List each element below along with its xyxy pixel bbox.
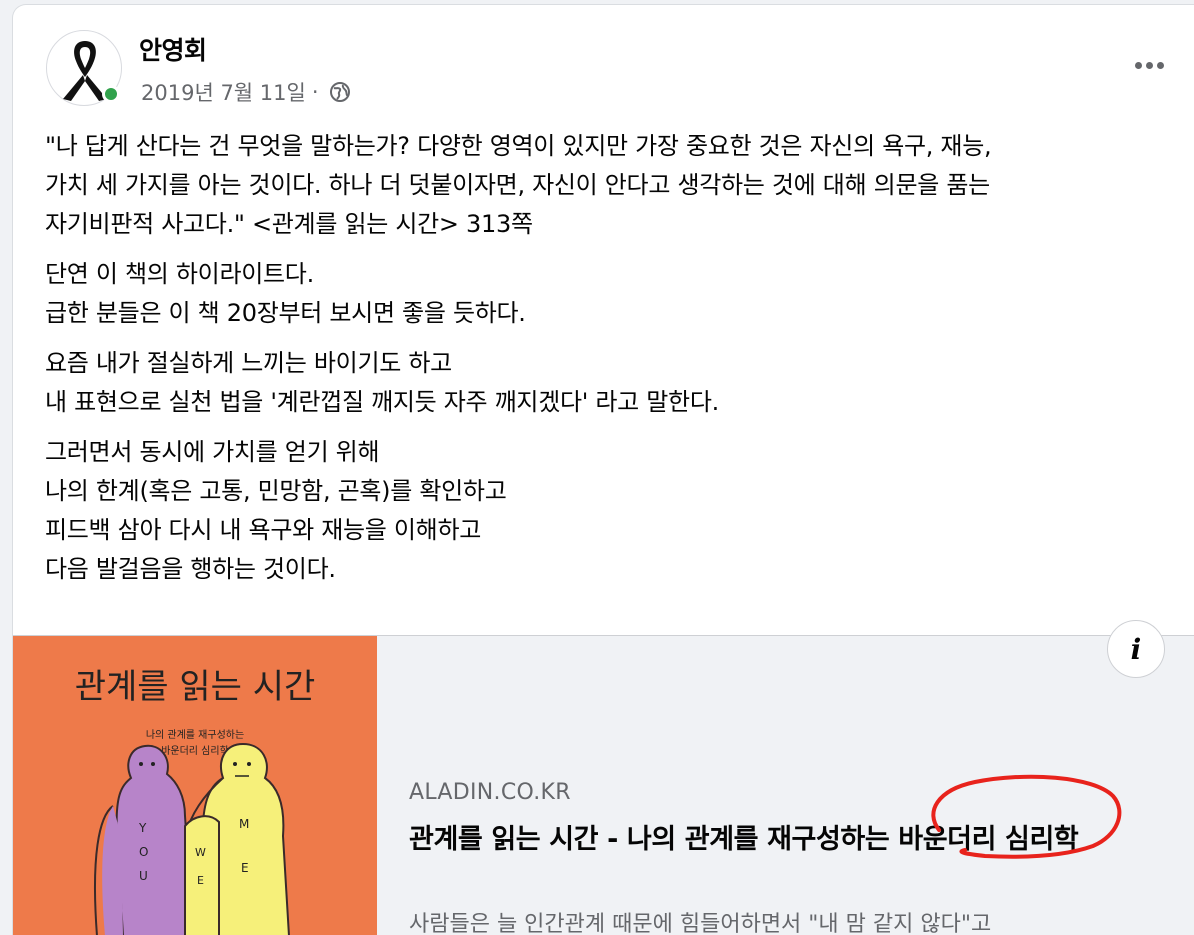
link-preview[interactable]: 관계를 읽는 시간 나의 관계를 재구성하는 바운더리 심리학 Y O U M … xyxy=(13,620,1194,935)
book-cover-image[interactable]: 관계를 읽는 시간 나의 관계를 재구성하는 바운더리 심리학 Y O U M … xyxy=(13,636,377,935)
post-text: "나 답게 산다는 건 무엇을 말하는가? 다양한 영역이 있지만 가장 중요한… xyxy=(45,127,1175,600)
cover-letter: Y xyxy=(138,821,147,835)
post-line: 단연 이 책의 하이라이트다. xyxy=(45,260,314,288)
cover-subtitle-1: 나의 관계를 재구성하는 xyxy=(146,728,244,741)
post-line: 자기비판적 사고다." <관계를 읽는 시간> 313쪽 xyxy=(45,210,533,238)
more-options-button[interactable] xyxy=(1129,51,1169,79)
link-description: 사람들은 늘 인간관계 때문에 힘들어하면서 "내 맘 같지 않다"고 xyxy=(409,912,992,935)
cover-letter: W xyxy=(195,846,206,859)
post-author[interactable]: 안영회 xyxy=(139,31,207,67)
cover-letter: E xyxy=(241,861,249,875)
post-line: 그러면서 동시에 가치를 얻기 위해 xyxy=(45,438,380,466)
post-line: "나 답게 산다는 건 무엇을 말하는가? 다양한 영역이 있지만 가장 중요한… xyxy=(45,132,992,160)
info-icon: i xyxy=(1130,632,1142,666)
more-dot-icon xyxy=(1156,61,1164,69)
post-line: 가치 세 가지를 아는 것이다. 하나 더 덧붙이자면, 자신이 안다고 생각하… xyxy=(45,171,990,199)
cover-letter: E xyxy=(197,874,204,887)
post-paragraph: 요즘 내가 절실하게 느끼는 바이기도 하고 내 표현으로 실천 법을 '계란껍… xyxy=(45,344,1175,422)
link-title[interactable]: 관계를 읽는 시간 - 나의 관계를 재구성하는 바운더리 심리학 xyxy=(409,820,1149,860)
post-date[interactable]: 2019년 7월 11일 xyxy=(141,77,306,107)
cover-subtitle-2: 바운더리 심리학 xyxy=(161,745,229,757)
post-meta: 2019년 7월 11일 · xyxy=(141,77,351,107)
more-dot-icon xyxy=(1134,61,1142,69)
post-paragraph: 그러면서 동시에 가치를 얻기 위해 나의 한계(혹은 고통, 민망함, 곤혹)… xyxy=(45,433,1175,589)
cover-letter: M xyxy=(239,817,249,831)
post-line: 피드백 삼아 다시 내 욕구와 재능을 이해하고 xyxy=(45,516,482,544)
post-paragraph: 단연 이 책의 하이라이트다. 급한 분들은 이 책 20장부터 보시면 좋을 … xyxy=(45,255,1175,333)
post-line: 내 표현으로 실천 법을 '계란껍질 깨지듯 자주 깨지겠다' 라고 말한다. xyxy=(45,388,719,416)
online-status-dot xyxy=(102,85,120,103)
post-line: 급한 분들은 이 책 20장부터 보시면 좋을 듯하다. xyxy=(45,299,526,327)
cover-letter: O xyxy=(139,845,148,859)
cover-title: 관계를 읽는 시간 xyxy=(75,667,316,707)
link-domain: ALADIN.CO.KR xyxy=(409,780,571,805)
book-cover-illustration: 관계를 읽는 시간 나의 관계를 재구성하는 바운더리 심리학 Y O U M … xyxy=(13,636,377,935)
cover-letter: U xyxy=(139,869,148,883)
more-dot-icon xyxy=(1145,61,1153,69)
post-line: 다음 발걸음을 행하는 것이다. xyxy=(45,555,336,583)
post-paragraph: "나 답게 산다는 건 무엇을 말하는가? 다양한 영역이 있지만 가장 중요한… xyxy=(45,127,1175,244)
meta-separator: · xyxy=(311,80,319,104)
info-button[interactable]: i xyxy=(1107,620,1165,678)
post-line: 요즘 내가 절실하게 느끼는 바이기도 하고 xyxy=(45,349,452,377)
post-card: 안영회 2019년 7월 11일 · "나 답게 산다는 건 무엇을 말하는가?… xyxy=(12,4,1194,935)
globe-icon[interactable] xyxy=(329,81,351,103)
post-line: 나의 한계(혹은 고통, 민망함, 곤혹)를 확인하고 xyxy=(45,477,507,505)
